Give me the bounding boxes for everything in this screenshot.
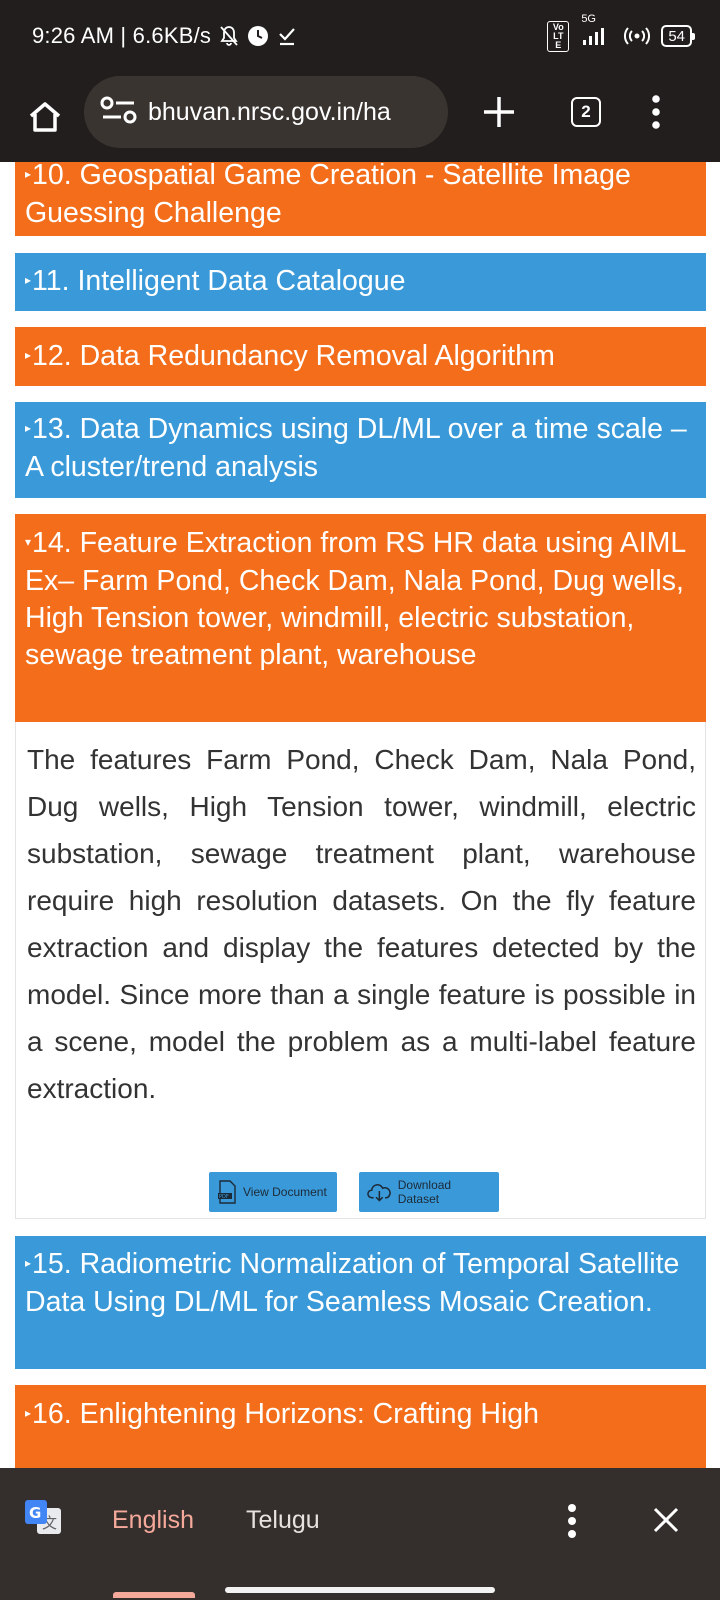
expanded-arrow-icon: ▾	[25, 534, 32, 549]
accordion-title: 16. Enlightening Horizons: Crafting High	[32, 1398, 539, 1430]
download-done-icon	[277, 25, 297, 47]
tab-switcher-button[interactable]: 2	[566, 72, 606, 152]
more-vert-icon	[568, 1504, 576, 1538]
dnd-bell-icon	[219, 25, 239, 47]
browser-toolbar: bhuvan.nrsc.gov.in/ha 2	[0, 72, 720, 162]
accordion-item-11[interactable]: ▸11. Intelligent Data Catalogue	[15, 253, 706, 311]
language-tab-english[interactable]: English	[112, 1506, 194, 1535]
collapsed-arrow-icon: ▸	[25, 420, 32, 435]
gesture-nav-bar[interactable]	[225, 1587, 495, 1593]
accordion-title: 13. Data Dynamics using DL/ML over a tim…	[25, 413, 687, 483]
pdf-icon: PDF	[218, 1180, 236, 1204]
accordion-item-15[interactable]: ▸15. Radiometric Normalization of Tempor…	[15, 1236, 706, 1369]
accordion-item-14[interactable]: ▾14. Feature Extraction from RS HR data …	[15, 514, 706, 722]
accordion-title: 15. Radiometric Normalization of Tempora…	[25, 1248, 680, 1318]
translate-bar: 文 G English Telugu	[0, 1468, 720, 1600]
svg-text:G: G	[29, 1504, 41, 1522]
address-bar[interactable]: bhuvan.nrsc.gov.in/ha	[84, 76, 448, 148]
view-document-label: View Document	[243, 1185, 327, 1199]
tab-count: 2	[571, 97, 601, 127]
new-tab-button[interactable]	[476, 72, 522, 152]
language-tab-telugu[interactable]: Telugu	[246, 1506, 320, 1535]
network-type: 5G	[581, 13, 596, 25]
plus-icon	[484, 97, 514, 127]
view-document-button[interactable]: PDF View Document	[209, 1172, 337, 1212]
clock-icon	[247, 25, 269, 47]
signal-icon: 5G	[579, 13, 613, 47]
active-tab-indicator	[113, 1592, 195, 1598]
accordion-item-13[interactable]: ▸13. Data Dynamics using DL/ML over a ti…	[15, 402, 706, 498]
accordion-title: 14. Feature Extraction from RS HR data u…	[25, 527, 686, 671]
page-content: ▸10. Geospatial Game Creation - Satellit…	[0, 162, 720, 1468]
accordion-title: 11. Intelligent Data Catalogue	[32, 265, 406, 297]
accordion-panel-14: The features Farm Pond, Check Dam, Nala …	[15, 722, 706, 1219]
site-settings-icon[interactable]	[100, 95, 138, 130]
collapsed-arrow-icon: ▸	[25, 272, 32, 287]
home-button[interactable]	[0, 72, 90, 162]
status-time: 9:26 AM | 6.6KB/s	[32, 23, 212, 48]
feature-description: The features Farm Pond, Check Dam, Nala …	[27, 744, 696, 1104]
accordion-item-10[interactable]: ▸10. Geospatial Game Creation - Satellit…	[15, 162, 706, 236]
url-text: bhuvan.nrsc.gov.in/ha	[148, 97, 391, 126]
home-icon	[29, 102, 61, 132]
collapsed-arrow-icon: ▸	[25, 347, 32, 362]
collapsed-arrow-icon: ▸	[25, 1405, 32, 1420]
accordion-item-12[interactable]: ▸12. Data Redundancy Removal Algorithm	[15, 327, 706, 386]
accordion-title: 10. Geospatial Game Creation - Satellite…	[25, 162, 631, 229]
cloud-download-icon	[367, 1184, 391, 1202]
battery-icon: 54	[661, 25, 695, 47]
google-translate-icon[interactable]: 文 G	[23, 1498, 63, 1538]
accordion-item-16[interactable]: ▸16. Enlightening Horizons: Crafting Hig…	[15, 1385, 706, 1468]
download-dataset-button[interactable]: Download Dataset	[359, 1172, 499, 1212]
close-icon	[653, 1507, 679, 1533]
status-bar: 9:26 AM | 6.6KB/s Vo LTE 5G 54	[0, 0, 720, 72]
menu-button[interactable]	[638, 72, 674, 152]
hotspot-icon	[623, 26, 651, 46]
more-vert-icon	[652, 95, 660, 129]
svg-text:PDF: PDF	[219, 1194, 229, 1200]
collapsed-arrow-icon: ▸	[25, 166, 32, 181]
accordion-title: 12. Data Redundancy Removal Algorithm	[32, 340, 555, 372]
battery-level: 54	[668, 27, 685, 45]
translate-close-button[interactable]	[644, 1498, 688, 1542]
collapsed-arrow-icon: ▸	[25, 1255, 32, 1270]
translate-options-button[interactable]	[552, 1496, 592, 1546]
download-dataset-label: Download Dataset	[397, 1178, 452, 1206]
volte-icon: Vo LTE	[547, 20, 570, 52]
